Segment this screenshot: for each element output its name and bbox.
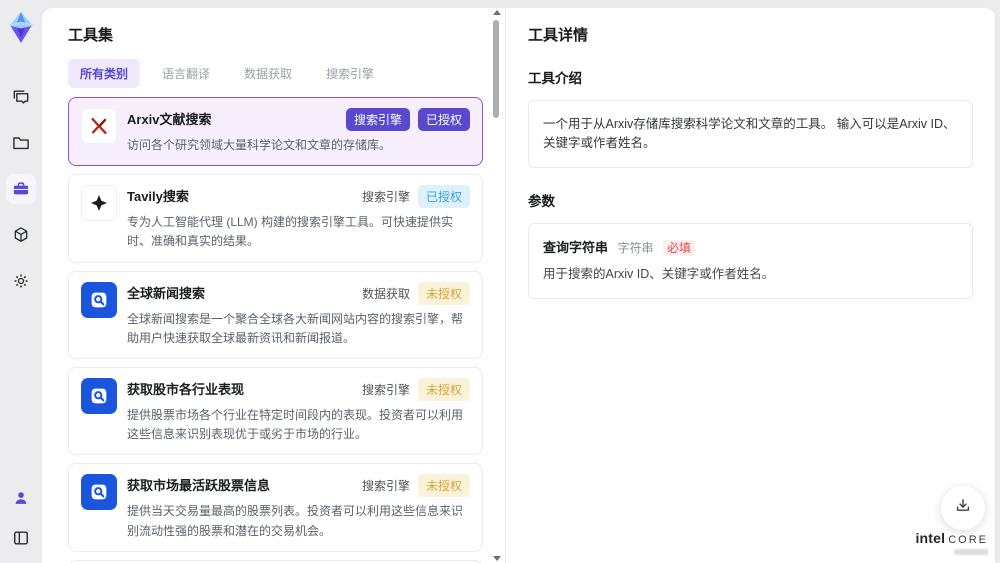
intro-text: 一个用于从Arxiv存储库搜索科学论文和文章的工具。 输入可以是Arxiv ID… [543,117,956,150]
tool-name: 全球新闻搜索 [127,285,206,301]
tool-category-badge: 数据获取 [361,286,410,301]
panel-toggle-icon [11,528,31,548]
tool-name: Tavily搜索 [127,189,189,205]
param-name: 查询字符串 [543,239,609,255]
brand-core-text: CORE [948,534,988,546]
tools-list: Arxiv文献搜索 搜索引擎 已授权 访问各个研究领域大量科学论文和文章的存储库… [68,97,483,563]
tool-description: 专为人工智能代理 (LLM) 构建的搜索引擎工具。可快速提供实时、准确和真实的结… [127,215,454,249]
blue-search-icon [81,281,117,318]
tool-category-badge: 搜索引擎 [345,108,410,131]
main-content: 工具集 所有类别 语言翻译 数据获取 搜索引擎 Arxiv文献搜索 搜索引擎 已授权 … [42,8,995,563]
blue-search-icon [81,377,117,414]
tool-name: 获取市场最活跃股票信息 [127,478,271,494]
tools-scroll-area: Arxiv文献搜索 搜索引擎 已授权 访问各个研究领域大量科学论文和文章的存储库… [42,97,505,563]
tool-status-badge: 未授权 [417,281,470,305]
tavily-star-icon [81,185,117,222]
params-heading: 参数 [528,193,555,209]
intro-box: 一个用于从Arxiv存储库搜索科学论文和文章的工具。 输入可以是Arxiv ID… [528,100,973,168]
app-logo[interactable] [4,10,38,46]
scroll-up-icon[interactable] [493,10,501,15]
tool-status-badge: 已授权 [417,108,470,131]
list-scrollbar[interactable] [492,10,501,561]
sidebar-item-packages[interactable] [6,220,36,250]
tool-category-badge: 搜索引擎 [361,479,410,494]
intro-heading: 工具介绍 [528,71,582,86]
page-title: 工具集 [68,27,114,44]
param-type: 字符串 [617,240,654,255]
tool-description: 全球新闻搜索是一个聚合全球各大新闻网站内容的搜索引擎，帮助用户快速获取全球最新资… [127,311,464,345]
tool-list-item[interactable]: 获取股市各行业表现 搜索引擎 未授权 提供股票市场各个行业在特定时间段内的表现。… [68,366,483,456]
sidebar-item-account[interactable] [6,483,36,513]
scrollbar-thumb[interactable] [493,20,499,118]
tool-name: 获取股市各行业表现 [127,381,245,397]
tool-detail-panel: 工具详情 工具介绍 一个用于从Arxiv存储库搜索科学论文和文章的工具。 输入可… [505,8,995,563]
user-icon [11,488,31,508]
chat-icon [11,87,31,107]
tool-list-item[interactable]: Tavily搜索 搜索引擎 已授权 专为人工智能代理 (LLM) 构建的搜索引擎… [68,174,483,263]
settings-gear-icon [11,271,31,291]
detail-title: 工具详情 [528,27,589,44]
category-tab-1[interactable]: 语言翻译 [150,59,222,88]
category-tab-3[interactable]: 搜索引擎 [314,59,386,88]
param-box: 查询字符串 字符串 必填 用于搜索的Arxiv ID、关键字或作者姓名。 [528,222,973,299]
sidebar-item-files[interactable] [6,128,36,158]
download-icon [953,496,973,521]
arxiv-icon [81,108,117,144]
tool-list-item[interactable]: Arxiv文献搜索 搜索引擎 已授权 访问各个研究领域大量科学论文和文章的存储库… [68,97,483,167]
tool-category-badge: 搜索引擎 [361,382,410,397]
sidebar-item-settings[interactable] [6,266,36,296]
brand-watermark [954,549,988,555]
toolbox-icon [11,179,31,199]
tool-description: 提供当天交易量最高的股票列表。投资者可以利用这些信息来识别流动性强的股票和潜在的… [127,504,464,538]
param-description: 用于搜索的Arxiv ID、关键字或作者姓名。 [543,267,775,282]
brand-intel-text: intel [915,530,946,546]
category-tabs: 所有类别 语言翻译 数据获取 搜索引擎 [68,59,483,88]
folder-icon [11,133,31,153]
sidebar-item-chat[interactable] [6,82,36,112]
category-tab-0[interactable]: 所有类别 [68,59,141,88]
intel-core-logo: intel CORE [915,531,988,555]
tool-status-badge: 未授权 [417,474,470,498]
param-required-badge: 必填 [663,239,696,256]
download-button[interactable] [941,486,985,530]
scroll-down-icon[interactable] [493,556,501,561]
sidebar-item-tools[interactable] [6,174,36,204]
tool-list-item[interactable]: 获取市场最活跃股票信息 搜索引擎 未授权 提供当天交易量最高的股票列表。投资者可… [68,463,483,552]
sidebar-item-panel-toggle[interactable] [6,523,36,553]
tool-status-badge: 未授权 [417,377,470,401]
left-sidebar [0,0,42,563]
tools-list-panel: 工具集 所有类别 语言翻译 数据获取 搜索引擎 Arxiv文献搜索 搜索引擎 已授权 … [42,8,505,563]
package-icon [11,225,31,245]
tool-description: 访问各个研究领域大量科学论文和文章的存储库。 [127,138,392,152]
blue-search-icon [81,474,117,511]
tool-category-badge: 搜索引擎 [361,190,410,205]
tool-description: 提供股票市场各个行业在特定时间段内的表现。投资者可以利用这些信息来识别表现优于或… [127,407,464,442]
tool-name: Arxiv文献搜索 [127,112,212,127]
tool-status-badge: 已授权 [417,185,470,209]
category-tab-2[interactable]: 数据获取 [232,59,304,88]
tool-list-item[interactable]: 全球新闻搜索 数据获取 未授权 全球新闻搜索是一个聚合全球各大新闻网站内容的搜索… [68,270,483,359]
